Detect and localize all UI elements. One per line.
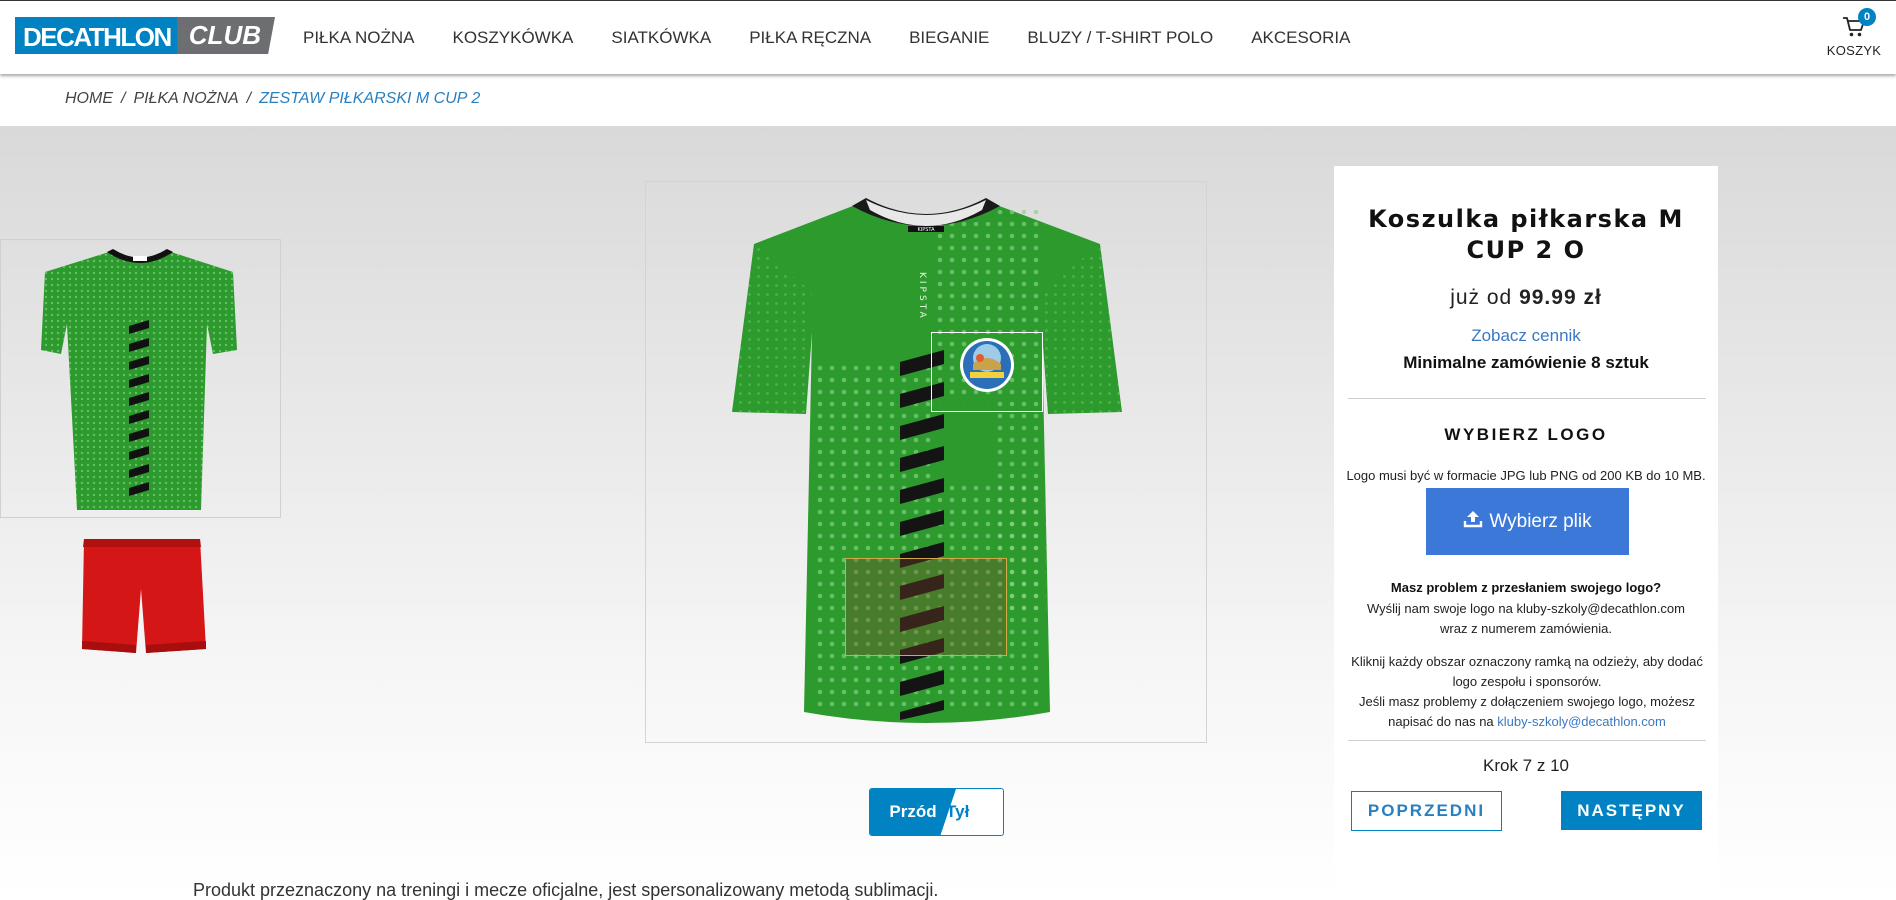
breadcrumb-separator: / bbox=[121, 90, 126, 107]
breadcrumb-home[interactable]: HOME bbox=[65, 90, 113, 108]
thumbnail-jersey[interactable] bbox=[0, 239, 281, 518]
product-viewer: KIPSTA KIPSTA bbox=[645, 181, 1207, 743]
send-logo-text: Wyślij nam swoje logo na kluby-szkoly@de… bbox=[1367, 601, 1685, 636]
nav-pilka-nozna[interactable]: PIŁKA NOŻNA bbox=[284, 28, 433, 48]
nav-pilka-reczna[interactable]: PIŁKA RĘCZNA bbox=[730, 28, 890, 48]
breadcrumb-pilka-nozna[interactable]: PIŁKA NOŻNA bbox=[133, 90, 238, 108]
logo-format-note: Logo musi być w formacie JPG lub PNG od … bbox=[1346, 468, 1706, 483]
cart-button[interactable]: 0 KOSZYK bbox=[1824, 8, 1884, 58]
view-toggle: Przód Tył bbox=[869, 788, 1004, 836]
nav-akcesoria[interactable]: AKCESORIA bbox=[1232, 28, 1369, 48]
nav-siatkowka[interactable]: SIATKÓWKA bbox=[592, 28, 730, 48]
cart-count-badge: 0 bbox=[1858, 8, 1876, 26]
site-header: DECATHLON CLUB PIŁKA NOŻNA KOSZYKÓWKA SI… bbox=[0, 0, 1896, 74]
logo-placement-zone-chest[interactable] bbox=[931, 332, 1043, 412]
pricelist-link[interactable]: Zobacz cennik bbox=[1334, 326, 1718, 346]
jersey-side-print: KIPSTA bbox=[917, 272, 927, 321]
min-order-text: Minimalne zamówienie 8 sztuk bbox=[1403, 353, 1649, 372]
price-prefix: już od bbox=[1450, 286, 1513, 309]
nav-koszykowka[interactable]: KOSZYKÓWKA bbox=[433, 28, 592, 48]
customization-panel: Koszulka piłkarska M CUP 2 O już od 99.9… bbox=[1334, 166, 1718, 900]
previous-button[interactable]: POPRZEDNI bbox=[1351, 791, 1502, 831]
upload-label: Wybierz plik bbox=[1489, 510, 1592, 532]
cart-label: KOSZYK bbox=[1826, 43, 1882, 58]
breadcrumb-separator: / bbox=[246, 90, 252, 107]
main-nav: PIŁKA NOŻNA KOSZYKÓWKA SIATKÓWKA PIŁKA R… bbox=[284, 1, 1369, 75]
upload-icon bbox=[1463, 510, 1483, 534]
product-area: KIPSTA KIPSTA Przód Tył Produkt przeznac… bbox=[0, 126, 1896, 900]
product-title: Koszulka piłkarska M CUP 2 O bbox=[1368, 205, 1684, 264]
upload-file-button[interactable]: Wybierz plik bbox=[1426, 488, 1629, 555]
contact-email-link[interactable]: kluby-szkoly@decathlon.com bbox=[1497, 714, 1666, 729]
logo-heading: WYBIERZ LOGO bbox=[1444, 425, 1608, 444]
jersey-front-image: KIPSTA KIPSTA bbox=[732, 198, 1122, 723]
price-line: już od 99.99 zł bbox=[1334, 286, 1718, 310]
thumbnail-shorts[interactable] bbox=[0, 529, 281, 674]
nav-bieganie[interactable]: BIEGANIE bbox=[890, 28, 1008, 48]
help-text: Kliknij każdy obszar oznaczony ramką na … bbox=[1348, 652, 1706, 732]
step-indicator: Krok 7 z 10 bbox=[1483, 756, 1569, 775]
click-zones-text: Kliknij każdy obszar oznaczony ramką na … bbox=[1351, 654, 1703, 689]
price-value: 99.99 zł bbox=[1519, 286, 1602, 309]
logo-brand: DECATHLON bbox=[15, 17, 177, 54]
cart-icon: 0 bbox=[1842, 8, 1876, 38]
logo-placement-zone-sponsor[interactable] bbox=[845, 558, 1007, 656]
logo-club: CLUB bbox=[176, 17, 275, 54]
breadcrumb: HOME / PIŁKA NOŻNA / ZESTAW PIŁKARSKI M … bbox=[65, 90, 480, 108]
divider bbox=[1348, 398, 1706, 399]
breadcrumb-current: ZESTAW PIŁKARSKI M CUP 2 bbox=[259, 90, 481, 107]
next-button[interactable]: NASTĘPNY bbox=[1561, 791, 1702, 830]
decathlon-club-logo[interactable]: DECATHLON CLUB bbox=[15, 17, 275, 54]
logo-problem-question: Masz problem z przesłaniem swojego logo? bbox=[1390, 580, 1662, 595]
jersey-brand-tag: KIPSTA bbox=[917, 227, 935, 233]
product-description: Produkt przeznaczony na treningi i mecze… bbox=[193, 880, 939, 900]
divider bbox=[1348, 740, 1706, 741]
nav-bluzy[interactable]: BLUZY / T-SHIRT POLO bbox=[1008, 28, 1232, 48]
